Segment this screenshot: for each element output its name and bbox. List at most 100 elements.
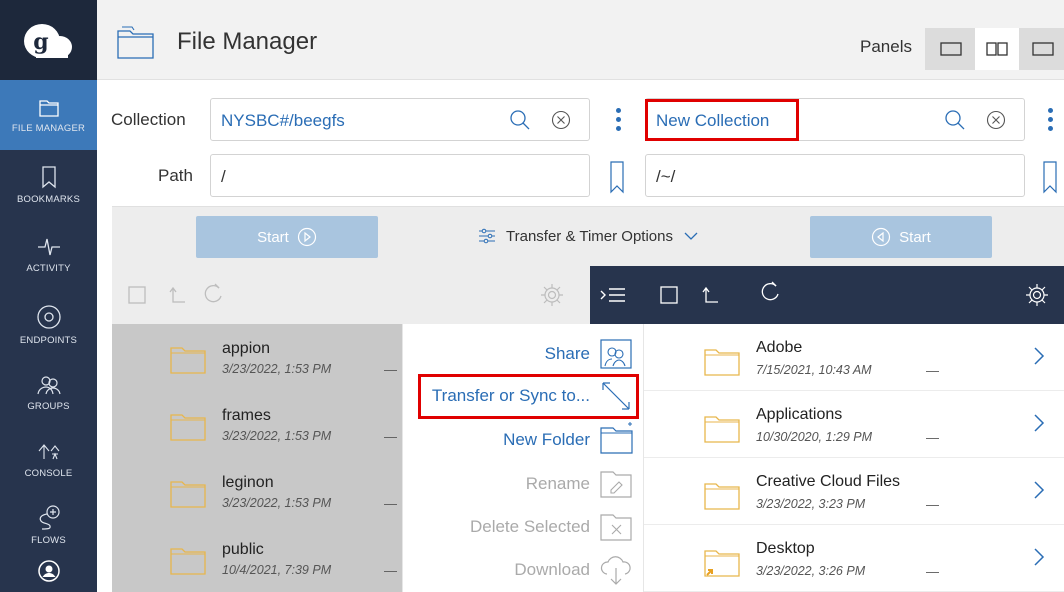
table-row[interactable]: Desktop 3/23/2022, 3:26 PM — — [644, 525, 1064, 592]
file-name: Adobe — [756, 339, 803, 356]
left-collection-value: NYSBC#/beegfs — [221, 111, 345, 130]
chevron-down-icon — [684, 232, 698, 240]
left-path-field[interactable]: / — [210, 154, 590, 197]
sliders-icon — [479, 228, 495, 244]
collection-label: Collection — [111, 110, 186, 129]
sidebar-item-label: BOOKMARKS — [16, 194, 81, 205]
right-path-field[interactable]: /~/ — [645, 154, 1025, 197]
sidebar-item-activity[interactable]: ACTIVITY — [0, 220, 97, 290]
left-collection-field[interactable]: NYSBC#/beegfs — [210, 98, 590, 141]
chevron-right-icon[interactable] — [1033, 480, 1045, 500]
refresh-icon[interactable] — [759, 280, 781, 304]
up-folder-icon[interactable] — [701, 286, 719, 304]
table-row[interactable]: appion 3/23/2022, 1:53 PM — — [112, 324, 402, 391]
transfer-options-toggle[interactable]: Transfer & Timer Options — [478, 227, 699, 245]
delete-selected-menu-item: Delete Selected — [469, 517, 590, 536]
transfer-bar: Start Transfer & Timer Options Start — [112, 206, 1064, 266]
chevron-right-icon[interactable] — [1033, 547, 1045, 567]
left-file-list: appion 3/23/2022, 1:53 PM — frames 3/23/… — [112, 324, 402, 592]
sidebar-item-bookmarks[interactable]: BOOKMARKS — [0, 150, 97, 220]
file-name: leginon — [222, 474, 274, 491]
select-all-checkbox-icon[interactable] — [128, 286, 146, 304]
up-folder-icon[interactable] — [168, 286, 186, 304]
share-icon[interactable] — [599, 338, 633, 370]
new-folder-menu-item[interactable]: New Folder — [503, 430, 590, 450]
rename-icon — [600, 471, 632, 498]
new-folder-icon[interactable] — [599, 420, 635, 456]
sidebar: g FILE MANAGER BOOKMARKS ACTIVITY ENDPOI… — [0, 0, 97, 592]
account-icon — [37, 560, 60, 582]
dual-panel-button[interactable] — [975, 28, 1019, 70]
file-date: 3/23/2022, 3:23 PM — [756, 497, 866, 511]
clear-icon[interactable] — [986, 110, 1006, 130]
left-start-button[interactable]: Start — [196, 216, 378, 258]
select-all-checkbox-icon[interactable] — [660, 286, 678, 304]
single-panel-button[interactable] — [929, 28, 973, 70]
table-row[interactable]: Adobe 7/15/2021, 10:43 AM — — [644, 324, 1064, 391]
panels-label: Panels — [860, 37, 912, 56]
left-toolbar — [112, 266, 590, 324]
file-name: public — [222, 541, 264, 558]
right-bookmark-icon[interactable] — [1042, 160, 1058, 194]
file-size: — — [926, 497, 939, 512]
right-options-menu-icon[interactable] — [1048, 108, 1053, 135]
folder-alias-icon — [704, 550, 740, 577]
header: File Manager Panels — [97, 0, 1064, 80]
panel-selector — [925, 28, 1064, 70]
left-bookmark-icon[interactable] — [609, 160, 625, 194]
refresh-icon[interactable] — [202, 282, 224, 306]
right-file-list: Adobe 7/15/2021, 10:43 AM — Applications… — [643, 324, 1064, 592]
delete-icon — [600, 514, 632, 541]
file-manager-icon — [117, 26, 154, 59]
vertical-panel-icon — [1031, 42, 1054, 56]
sidebar-item-console[interactable]: CONSOLE — [0, 425, 97, 495]
folder-icon — [170, 347, 206, 374]
sidebar-item-label: CONSOLE — [24, 468, 73, 479]
file-size: — — [384, 429, 397, 444]
table-row[interactable]: leginon 3/23/2022, 1:53 PM — — [112, 458, 402, 525]
page-title: File Manager — [177, 28, 318, 55]
actions-menu: Share Transfer or Sync to... New Folder … — [402, 324, 642, 592]
file-date: 10/4/2021, 7:39 PM — [222, 563, 332, 577]
settings-gear-icon[interactable] — [540, 283, 564, 307]
folder-icon — [170, 481, 206, 508]
groups-icon — [36, 376, 61, 395]
activity-icon — [37, 238, 60, 256]
folder-icon — [704, 349, 740, 376]
left-options-menu-icon[interactable] — [616, 108, 621, 135]
file-name: Creative Cloud Files — [756, 473, 901, 490]
sidebar-item-groups[interactable]: GROUPS — [0, 358, 97, 428]
play-circle-icon — [297, 227, 316, 247]
table-row[interactable]: frames 3/23/2022, 1:53 PM — — [112, 391, 402, 458]
transfer-options-label: Transfer & Timer Options — [506, 227, 673, 245]
vertical-panel-button[interactable] — [1021, 28, 1064, 70]
file-size: — — [384, 496, 397, 511]
console-icon — [38, 444, 59, 460]
folder-icon — [38, 100, 59, 117]
sidebar-item-label: ACTIVITY — [26, 263, 71, 274]
folder-icon — [170, 548, 206, 575]
dual-panel-icon — [986, 42, 1008, 56]
sidebar-item-file-manager[interactable]: FILE MANAGER — [0, 80, 97, 150]
flows-icon — [39, 505, 60, 530]
table-row[interactable]: Creative Cloud Files 3/23/2022, 3:23 PM … — [644, 458, 1064, 525]
search-icon[interactable] — [944, 109, 966, 131]
right-start-button[interactable]: Start — [810, 216, 992, 258]
sidebar-item-account[interactable] — [0, 550, 97, 592]
file-date: 10/30/2020, 1:29 PM — [756, 430, 873, 444]
table-row[interactable]: Applications 10/30/2020, 1:29 PM — — [644, 391, 1064, 458]
table-row[interactable]: public 10/4/2021, 7:39 PM — — [112, 525, 402, 592]
sidebar-item-label: GROUPS — [27, 401, 70, 412]
settings-gear-icon[interactable] — [1025, 283, 1049, 307]
rename-menu-item: Rename — [525, 474, 590, 493]
globus-logo[interactable]: g — [0, 0, 97, 80]
collapse-menu-icon[interactable] — [600, 286, 626, 304]
sidebar-item-endpoints[interactable]: ENDPOINTS — [0, 290, 97, 360]
chevron-right-icon[interactable] — [1033, 346, 1045, 366]
search-icon[interactable] — [509, 109, 531, 131]
right-path-value: /~/ — [656, 167, 676, 186]
share-menu-item[interactable]: Share — [545, 344, 590, 364]
chevron-right-icon[interactable] — [1033, 413, 1045, 433]
clear-icon[interactable] — [551, 110, 571, 130]
file-date: 3/23/2022, 1:53 PM — [222, 429, 332, 443]
